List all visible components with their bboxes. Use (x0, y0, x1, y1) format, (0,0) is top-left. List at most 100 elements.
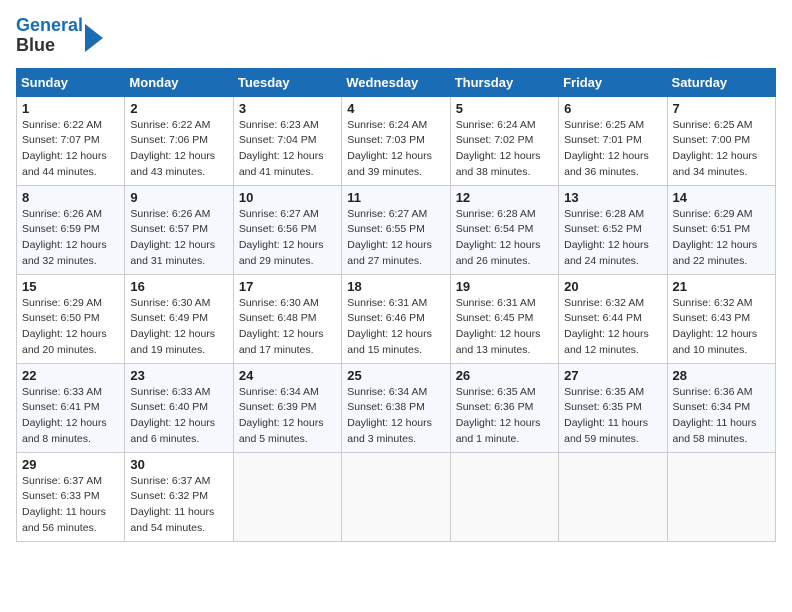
calendar-cell (559, 452, 667, 541)
day-number: 10 (239, 190, 336, 205)
day-number: 11 (347, 190, 444, 205)
day-number: 14 (673, 190, 770, 205)
calendar-cell (342, 452, 450, 541)
calendar-cell: 8 Sunrise: 6:26 AM Sunset: 6:59 PM Dayli… (17, 185, 125, 274)
day-info: Sunrise: 6:30 AM Sunset: 6:49 PM Dayligh… (130, 296, 227, 359)
page-header: General Blue (16, 16, 776, 56)
calendar-table: SundayMondayTuesdayWednesdayThursdayFrid… (16, 68, 776, 542)
week-row-1: 1 Sunrise: 6:22 AM Sunset: 7:07 PM Dayli… (17, 96, 776, 185)
day-info: Sunrise: 6:36 AM Sunset: 6:34 PM Dayligh… (673, 385, 770, 448)
day-info: Sunrise: 6:25 AM Sunset: 7:01 PM Dayligh… (564, 118, 661, 181)
weekday-saturday: Saturday (667, 68, 775, 96)
calendar-cell: 27 Sunrise: 6:35 AM Sunset: 6:35 PM Dayl… (559, 363, 667, 452)
week-row-3: 15 Sunrise: 6:29 AM Sunset: 6:50 PM Dayl… (17, 274, 776, 363)
day-info: Sunrise: 6:31 AM Sunset: 6:45 PM Dayligh… (456, 296, 553, 359)
calendar-cell: 19 Sunrise: 6:31 AM Sunset: 6:45 PM Dayl… (450, 274, 558, 363)
day-number: 25 (347, 368, 444, 383)
day-number: 16 (130, 279, 227, 294)
day-info: Sunrise: 6:32 AM Sunset: 6:44 PM Dayligh… (564, 296, 661, 359)
day-info: Sunrise: 6:27 AM Sunset: 6:56 PM Dayligh… (239, 207, 336, 270)
day-info: Sunrise: 6:34 AM Sunset: 6:39 PM Dayligh… (239, 385, 336, 448)
calendar-cell: 25 Sunrise: 6:34 AM Sunset: 6:38 PM Dayl… (342, 363, 450, 452)
calendar-cell: 24 Sunrise: 6:34 AM Sunset: 6:39 PM Dayl… (233, 363, 341, 452)
day-number: 9 (130, 190, 227, 205)
day-number: 2 (130, 101, 227, 116)
day-info: Sunrise: 6:34 AM Sunset: 6:38 PM Dayligh… (347, 385, 444, 448)
calendar-cell: 7 Sunrise: 6:25 AM Sunset: 7:00 PM Dayli… (667, 96, 775, 185)
day-info: Sunrise: 6:23 AM Sunset: 7:04 PM Dayligh… (239, 118, 336, 181)
calendar-cell: 22 Sunrise: 6:33 AM Sunset: 6:41 PM Dayl… (17, 363, 125, 452)
calendar-cell (450, 452, 558, 541)
calendar-cell: 18 Sunrise: 6:31 AM Sunset: 6:46 PM Dayl… (342, 274, 450, 363)
weekday-friday: Friday (559, 68, 667, 96)
calendar-cell: 5 Sunrise: 6:24 AM Sunset: 7:02 PM Dayli… (450, 96, 558, 185)
day-info: Sunrise: 6:37 AM Sunset: 6:33 PM Dayligh… (22, 474, 119, 537)
logo-blue: Blue (16, 35, 55, 55)
day-number: 13 (564, 190, 661, 205)
day-number: 1 (22, 101, 119, 116)
day-number: 24 (239, 368, 336, 383)
week-row-5: 29 Sunrise: 6:37 AM Sunset: 6:33 PM Dayl… (17, 452, 776, 541)
calendar-cell: 4 Sunrise: 6:24 AM Sunset: 7:03 PM Dayli… (342, 96, 450, 185)
calendar-cell: 10 Sunrise: 6:27 AM Sunset: 6:56 PM Dayl… (233, 185, 341, 274)
day-info: Sunrise: 6:31 AM Sunset: 6:46 PM Dayligh… (347, 296, 444, 359)
day-number: 12 (456, 190, 553, 205)
day-info: Sunrise: 6:26 AM Sunset: 6:57 PM Dayligh… (130, 207, 227, 270)
calendar-cell: 14 Sunrise: 6:29 AM Sunset: 6:51 PM Dayl… (667, 185, 775, 274)
logo: General Blue (16, 16, 103, 56)
day-info: Sunrise: 6:28 AM Sunset: 6:52 PM Dayligh… (564, 207, 661, 270)
week-row-4: 22 Sunrise: 6:33 AM Sunset: 6:41 PM Dayl… (17, 363, 776, 452)
day-number: 6 (564, 101, 661, 116)
day-number: 7 (673, 101, 770, 116)
calendar-cell: 6 Sunrise: 6:25 AM Sunset: 7:01 PM Dayli… (559, 96, 667, 185)
day-info: Sunrise: 6:35 AM Sunset: 6:35 PM Dayligh… (564, 385, 661, 448)
weekday-thursday: Thursday (450, 68, 558, 96)
calendar-cell: 2 Sunrise: 6:22 AM Sunset: 7:06 PM Dayli… (125, 96, 233, 185)
calendar-cell: 26 Sunrise: 6:35 AM Sunset: 6:36 PM Dayl… (450, 363, 558, 452)
day-info: Sunrise: 6:22 AM Sunset: 7:07 PM Dayligh… (22, 118, 119, 181)
weekday-wednesday: Wednesday (342, 68, 450, 96)
day-number: 17 (239, 279, 336, 294)
day-info: Sunrise: 6:24 AM Sunset: 7:03 PM Dayligh… (347, 118, 444, 181)
calendar-cell (667, 452, 775, 541)
day-number: 22 (22, 368, 119, 383)
day-info: Sunrise: 6:33 AM Sunset: 6:41 PM Dayligh… (22, 385, 119, 448)
calendar-cell: 13 Sunrise: 6:28 AM Sunset: 6:52 PM Dayl… (559, 185, 667, 274)
day-number: 28 (673, 368, 770, 383)
day-info: Sunrise: 6:26 AM Sunset: 6:59 PM Dayligh… (22, 207, 119, 270)
day-info: Sunrise: 6:29 AM Sunset: 6:51 PM Dayligh… (673, 207, 770, 270)
calendar-cell: 12 Sunrise: 6:28 AM Sunset: 6:54 PM Dayl… (450, 185, 558, 274)
day-info: Sunrise: 6:28 AM Sunset: 6:54 PM Dayligh… (456, 207, 553, 270)
logo-arrow-icon (85, 24, 103, 52)
day-number: 8 (22, 190, 119, 205)
calendar-cell: 21 Sunrise: 6:32 AM Sunset: 6:43 PM Dayl… (667, 274, 775, 363)
calendar-cell: 1 Sunrise: 6:22 AM Sunset: 7:07 PM Dayli… (17, 96, 125, 185)
weekday-monday: Monday (125, 68, 233, 96)
day-number: 23 (130, 368, 227, 383)
day-number: 18 (347, 279, 444, 294)
day-number: 29 (22, 457, 119, 472)
calendar-cell: 9 Sunrise: 6:26 AM Sunset: 6:57 PM Dayli… (125, 185, 233, 274)
day-info: Sunrise: 6:32 AM Sunset: 6:43 PM Dayligh… (673, 296, 770, 359)
day-number: 4 (347, 101, 444, 116)
calendar-cell (233, 452, 341, 541)
calendar-cell: 29 Sunrise: 6:37 AM Sunset: 6:33 PM Dayl… (17, 452, 125, 541)
calendar-cell: 30 Sunrise: 6:37 AM Sunset: 6:32 PM Dayl… (125, 452, 233, 541)
day-info: Sunrise: 6:24 AM Sunset: 7:02 PM Dayligh… (456, 118, 553, 181)
calendar-cell: 11 Sunrise: 6:27 AM Sunset: 6:55 PM Dayl… (342, 185, 450, 274)
weekday-tuesday: Tuesday (233, 68, 341, 96)
day-number: 30 (130, 457, 227, 472)
calendar-cell: 23 Sunrise: 6:33 AM Sunset: 6:40 PM Dayl… (125, 363, 233, 452)
calendar-body: 1 Sunrise: 6:22 AM Sunset: 7:07 PM Dayli… (17, 96, 776, 541)
day-number: 20 (564, 279, 661, 294)
day-info: Sunrise: 6:33 AM Sunset: 6:40 PM Dayligh… (130, 385, 227, 448)
calendar-cell: 28 Sunrise: 6:36 AM Sunset: 6:34 PM Dayl… (667, 363, 775, 452)
calendar-cell: 20 Sunrise: 6:32 AM Sunset: 6:44 PM Dayl… (559, 274, 667, 363)
calendar-cell: 16 Sunrise: 6:30 AM Sunset: 6:49 PM Dayl… (125, 274, 233, 363)
day-number: 15 (22, 279, 119, 294)
weekday-header-row: SundayMondayTuesdayWednesdayThursdayFrid… (17, 68, 776, 96)
day-number: 21 (673, 279, 770, 294)
day-number: 26 (456, 368, 553, 383)
day-number: 27 (564, 368, 661, 383)
calendar-cell: 17 Sunrise: 6:30 AM Sunset: 6:48 PM Dayl… (233, 274, 341, 363)
